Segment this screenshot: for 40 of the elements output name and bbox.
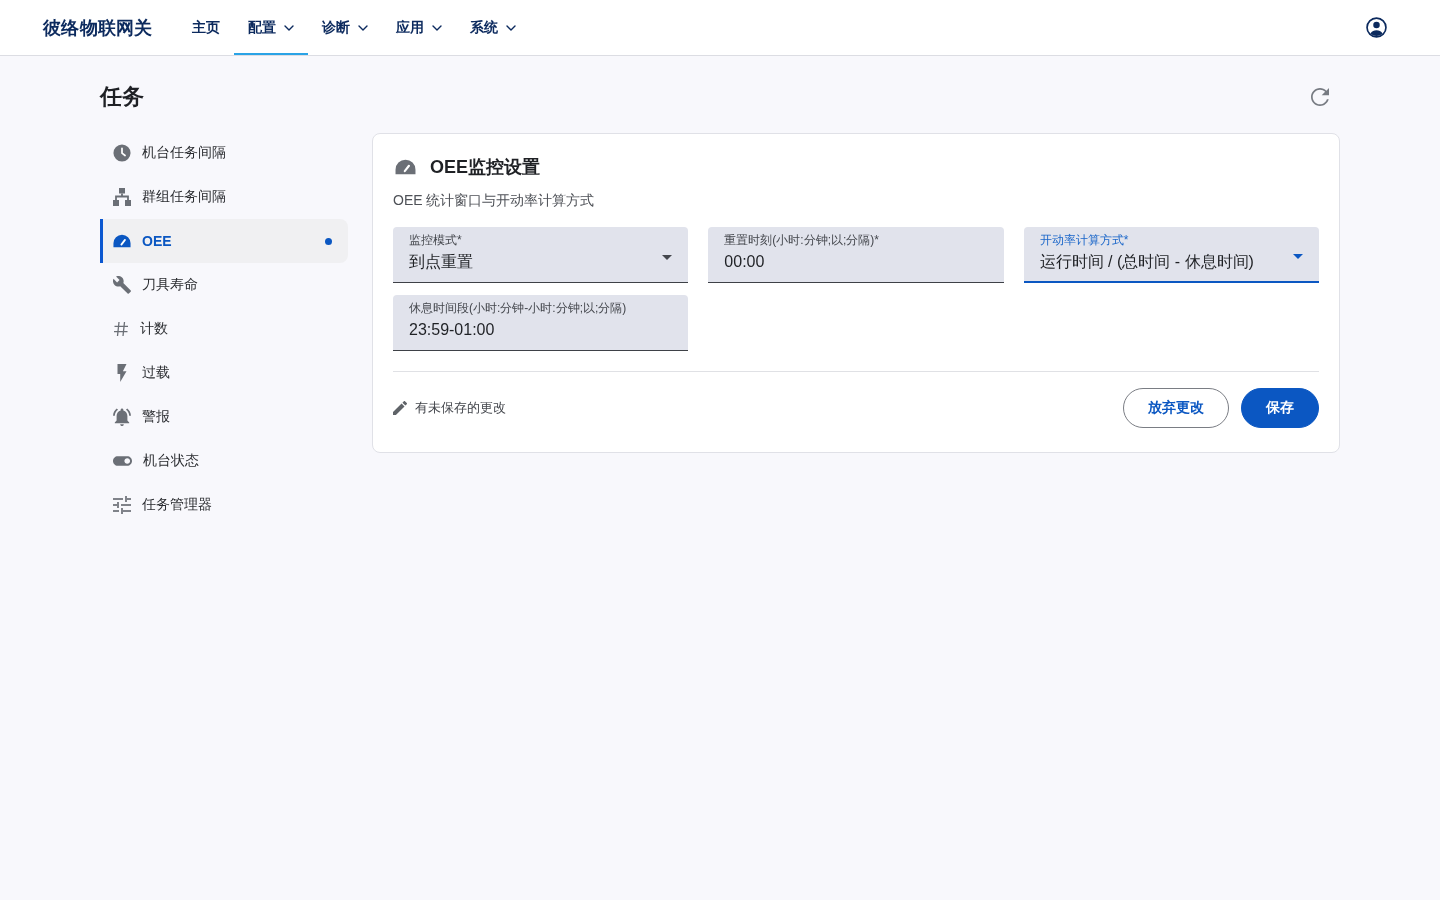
sidebar-item[interactable]: 群组任务间隔 — [100, 175, 348, 219]
clock-icon — [113, 144, 131, 162]
sidebar-item[interactable]: 机台任务间隔 — [100, 131, 348, 175]
dropdown-arrow-icon — [662, 254, 673, 260]
sidebar-item[interactable]: 过载 — [100, 351, 348, 395]
pencil-icon — [393, 401, 407, 415]
hash-icon — [113, 321, 129, 337]
nav-tab[interactable]: 应用 — [381, 0, 456, 55]
dropdown-arrow-icon — [1293, 254, 1303, 259]
sidebar-item[interactable]: 刀具寿命 — [100, 263, 348, 307]
hierarchy-icon — [113, 188, 131, 206]
discard-button[interactable]: 放弃更改 — [1123, 388, 1229, 428]
toggle-icon — [113, 456, 132, 466]
account-icon[interactable] — [1366, 17, 1387, 38]
nav-tab[interactable]: 配置 — [233, 0, 308, 55]
sidebar-item[interactable]: 警报 — [100, 395, 348, 439]
brand-title[interactable]: 彼络物联网关 — [43, 15, 153, 40]
card-subtitle: OEE 统计窗口与开动率计算方式 — [393, 191, 596, 210]
nav-tab[interactable]: 系统 — [455, 0, 530, 55]
text-field[interactable]: 重置时刻(小时:分钟;以;分隔)* 00:00 — [708, 227, 1004, 283]
sidebar-item[interactable]: 机台状态 — [100, 439, 348, 483]
save-button[interactable]: 保存 — [1241, 388, 1319, 428]
sidebar-item[interactable]: 计数 — [100, 307, 348, 351]
refresh-button[interactable] — [1311, 88, 1329, 106]
wrench-icon — [113, 276, 131, 294]
refresh-icon — [1311, 88, 1329, 106]
nav-tab[interactable]: 诊断 — [307, 0, 382, 55]
gauge-icon — [113, 234, 131, 248]
card-title: OEE监控设置 — [430, 156, 540, 179]
select-field[interactable]: 开动率计算方式* 运行时间 / (总时间 - 休息时间) — [1023, 227, 1319, 283]
sliders-icon — [113, 496, 131, 514]
gauge-icon — [395, 159, 416, 175]
nav-tab[interactable]: 主页 — [177, 0, 234, 55]
unsaved-changes-text: 有未保存的更改 — [415, 399, 506, 417]
page-title: 任务 — [100, 83, 144, 111]
sidebar-item[interactable]: 任务管理器 — [100, 483, 348, 527]
sidebar-item[interactable]: OEE — [100, 219, 348, 263]
bell-icon — [113, 408, 131, 426]
text-field[interactable]: 休息时间段(小时:分钟-小时:分钟;以;分隔) 23:59-01:00 — [393, 295, 689, 351]
select-field[interactable]: 监控模式* 到点重置 — [393, 227, 689, 283]
